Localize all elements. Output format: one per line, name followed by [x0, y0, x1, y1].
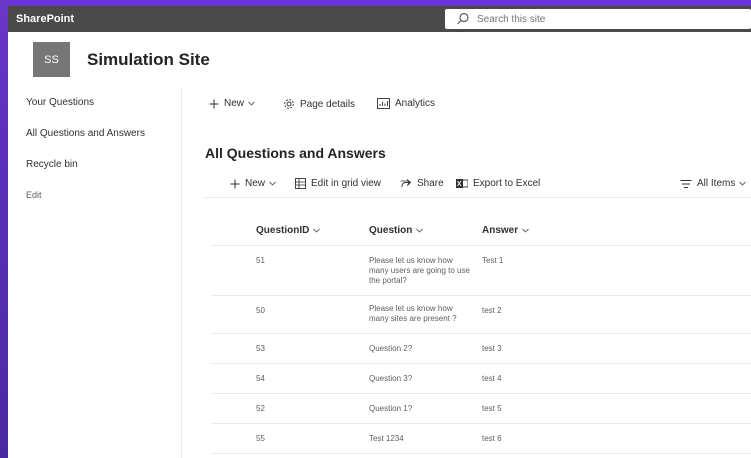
cell-question: Question 2? — [369, 344, 413, 353]
page-details-label: Page details — [300, 98, 356, 110]
cell-question: Please let us know how many sites are pr… — [369, 304, 457, 323]
chevron-down-icon — [416, 228, 424, 233]
cell-question: Please let us know how many users are go… — [369, 256, 470, 285]
site-logo[interactable]: SS — [33, 42, 70, 77]
column-header-questionid[interactable]: QuestionID — [256, 225, 321, 236]
page-new-label: New — [224, 98, 245, 109]
cell-questionid: 50 — [256, 306, 265, 315]
chevron-down-icon — [248, 101, 255, 106]
grid-icon — [295, 178, 306, 189]
search-box[interactable] — [445, 9, 751, 29]
table-row[interactable]: 51 Please let us know how many users are… — [211, 246, 751, 296]
chevron-down-icon — [739, 181, 747, 186]
cell-answer: test 5 — [482, 404, 502, 413]
chevron-down-icon — [522, 228, 529, 233]
share-icon — [400, 179, 412, 189]
nav-item-recycle-bin[interactable]: Recycle bin — [26, 159, 78, 170]
column-header-question[interactable]: Question — [369, 225, 424, 236]
page: SS Simulation Site Your Questions All Qu… — [8, 32, 751, 458]
search-input[interactable] — [475, 12, 679, 26]
column-header-label: Answer — [482, 225, 519, 236]
share-label: Share — [417, 178, 444, 189]
page-new-button[interactable]: New — [209, 98, 260, 109]
table-row[interactable]: 50 Please let us know how many sites are… — [211, 296, 751, 334]
site-title[interactable]: Simulation Site — [87, 50, 210, 70]
cell-answer: test 4 — [482, 374, 502, 383]
left-navigation: Your Questions All Questions and Answers… — [8, 87, 182, 458]
cell-answer: test 3 — [482, 344, 502, 353]
cell-question: Question 3? — [369, 374, 413, 383]
edit-grid-view-label: Edit in grid view — [311, 178, 382, 189]
command-bar-divider — [204, 197, 751, 198]
list-new-label: New — [245, 178, 266, 189]
export-to-excel-button[interactable]: Export to Excel — [456, 178, 540, 189]
column-header-label: Question — [369, 225, 413, 236]
cell-questionid: 55 — [256, 434, 265, 443]
search-icon — [457, 12, 469, 25]
table-row[interactable]: 53 Question 2? test 3 — [211, 334, 751, 364]
plus-icon — [209, 99, 219, 108]
nav-item-your-questions[interactable]: Your Questions — [26, 97, 94, 108]
list-new-button[interactable]: New — [230, 178, 281, 189]
cell-questionid: 53 — [256, 344, 265, 353]
table-row[interactable]: 54 Question 3? test 4 — [211, 364, 751, 394]
share-button[interactable]: Share — [400, 178, 444, 189]
column-header-answer[interactable]: Answer — [482, 225, 529, 236]
cell-questionid: 51 — [256, 256, 265, 265]
table-row[interactable]: 55 Test 1234 test 6 — [211, 424, 751, 454]
cell-question: Question 1? — [369, 404, 413, 413]
cell-answer: test 6 — [482, 434, 502, 443]
analytics-icon — [377, 98, 390, 109]
chevron-down-icon — [269, 181, 276, 186]
column-header-label: QuestionID — [256, 225, 310, 236]
cell-questionid: 54 — [256, 374, 265, 383]
edit-grid-view-button[interactable]: Edit in grid view — [295, 178, 381, 189]
nav-item-edit[interactable]: Edit — [26, 190, 42, 200]
cell-answer: test 2 — [482, 306, 502, 315]
cell-question: Test 1234 — [369, 434, 404, 443]
plus-icon — [230, 179, 240, 188]
nav-item-all-questions[interactable]: All Questions and Answers — [26, 128, 145, 139]
view-selector[interactable]: All Items — [680, 178, 751, 189]
site-header: SS Simulation Site — [8, 32, 751, 87]
excel-icon — [456, 179, 468, 188]
analytics-label: Analytics — [395, 98, 436, 109]
chevron-down-icon — [313, 228, 321, 233]
gear-icon — [284, 99, 294, 109]
export-to-excel-label: Export to Excel — [473, 178, 541, 189]
app-brand[interactable]: SharePoint — [16, 13, 74, 25]
list-title: All Questions and Answers — [205, 145, 386, 161]
cell-answer: Test 1 — [482, 256, 504, 265]
suite-bar: SharePoint — [8, 6, 751, 32]
page-details-button[interactable]: Page details — [283, 98, 355, 110]
filter-lines-icon — [680, 179, 692, 188]
table-row[interactable]: 52 Question 1? test 5 — [211, 394, 751, 424]
view-selector-label: All Items — [697, 178, 736, 189]
analytics-button[interactable]: Analytics — [377, 98, 435, 109]
cell-questionid: 52 — [256, 404, 265, 413]
